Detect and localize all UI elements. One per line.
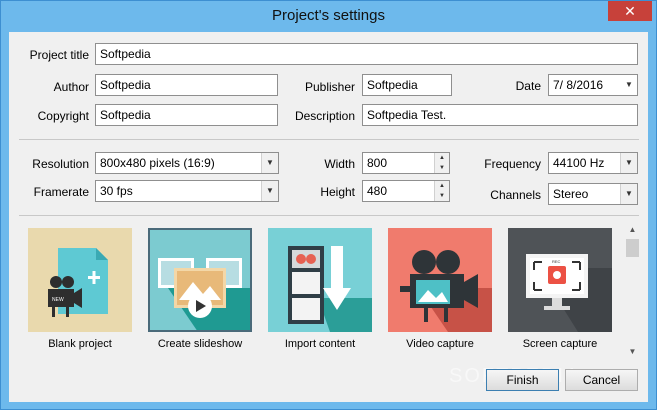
template-label: Import content	[284, 338, 356, 350]
spin-down-icon[interactable]: ▼	[434, 191, 449, 201]
settings-window: Project's settings ✕ Project title Softp…	[0, 0, 657, 410]
slideshow-icon	[148, 228, 252, 332]
chevron-down-icon[interactable]: ▼	[261, 153, 278, 173]
date-label: Date	[515, 79, 541, 93]
height-stepper[interactable]: 480 ▲ ▼	[362, 180, 450, 202]
project-title-input[interactable]: Softpedia	[95, 43, 638, 65]
framerate-value: 30 fps	[100, 184, 133, 198]
dialog-body: Project title Softpedia Author Softpedia…	[9, 32, 648, 402]
close-button[interactable]: ✕	[608, 1, 652, 21]
divider	[19, 139, 639, 140]
template-label: Screen capture	[522, 338, 598, 350]
publisher-label: Publisher	[304, 80, 355, 94]
new-badge: NEW	[52, 297, 64, 303]
date-value: 7/ 8/2016	[553, 78, 604, 92]
cancel-button[interactable]: Cancel	[565, 369, 638, 391]
author-input[interactable]: Softpedia	[95, 74, 278, 96]
channels-label: Channels	[490, 188, 541, 202]
copyright-label: Copyright	[37, 109, 89, 123]
template-label: Create slideshow	[157, 338, 243, 350]
template-create-slideshow[interactable]: Create slideshow	[148, 228, 252, 356]
scroll-up-icon[interactable]: ▲	[624, 223, 641, 237]
resolution-select[interactable]: 800x480 pixels (16:9) ▼	[95, 152, 279, 174]
templates-scrollbar[interactable]: ▲ ▼	[624, 223, 641, 359]
spin-down-icon[interactable]: ▼	[434, 163, 449, 173]
framerate-label: Framerate	[33, 185, 89, 199]
height-value: 480	[367, 184, 388, 198]
chevron-down-icon[interactable]: ▼	[621, 75, 637, 95]
channels-value: Stereo	[553, 187, 589, 201]
width-value: 800	[367, 156, 388, 170]
description-input[interactable]: Softpedia Test.	[362, 104, 638, 126]
description-label: Description	[294, 109, 355, 123]
template-video-capture[interactable]: Video capture	[388, 228, 492, 356]
close-icon: ✕	[624, 3, 636, 19]
project-title-label: Project title	[29, 48, 89, 62]
window-title: Project's settings	[272, 7, 385, 24]
template-import-content[interactable]: Import content	[268, 228, 372, 356]
finish-button[interactable]: Finish	[486, 369, 559, 391]
template-screen-capture[interactable]: REC Screen capture	[508, 228, 612, 356]
framerate-select[interactable]: 30 fps ▼	[95, 180, 279, 202]
height-label: Height	[320, 185, 355, 199]
video-camera-icon	[388, 228, 492, 332]
template-label: Blank project	[48, 338, 112, 350]
publisher-input[interactable]: Softpedia	[362, 74, 452, 96]
scroll-thumb[interactable]	[626, 239, 639, 257]
rec-badge: REC	[552, 259, 561, 264]
divider	[19, 215, 639, 216]
blank-project-icon: NEW	[28, 228, 132, 332]
channels-select[interactable]: Stereo ▼	[548, 183, 638, 205]
date-picker[interactable]: 7/ 8/2016 ▼	[548, 74, 638, 96]
copyright-input[interactable]: Softpedia	[95, 104, 278, 126]
import-content-icon	[268, 228, 372, 332]
width-stepper[interactable]: 800 ▲ ▼	[362, 152, 450, 174]
scroll-down-icon[interactable]: ▼	[624, 345, 641, 359]
resolution-value: 800x480 pixels (16:9)	[100, 156, 215, 170]
frequency-label: Frequency	[484, 157, 541, 171]
resolution-label: Resolution	[32, 157, 89, 171]
screen-capture-icon: REC	[508, 228, 612, 332]
chevron-down-icon[interactable]: ▼	[620, 153, 637, 173]
frequency-value: 44100 Hz	[553, 156, 605, 170]
width-label: Width	[324, 157, 355, 171]
frequency-select[interactable]: 44100 Hz ▼	[548, 152, 638, 174]
template-label: Video capture	[406, 338, 474, 350]
author-label: Author	[53, 80, 89, 94]
chevron-down-icon[interactable]: ▼	[620, 184, 637, 204]
chevron-down-icon[interactable]: ▼	[261, 181, 278, 201]
title-bar: Project's settings ✕	[1, 1, 656, 31]
template-blank-project[interactable]: NEW Blank project	[28, 228, 132, 356]
